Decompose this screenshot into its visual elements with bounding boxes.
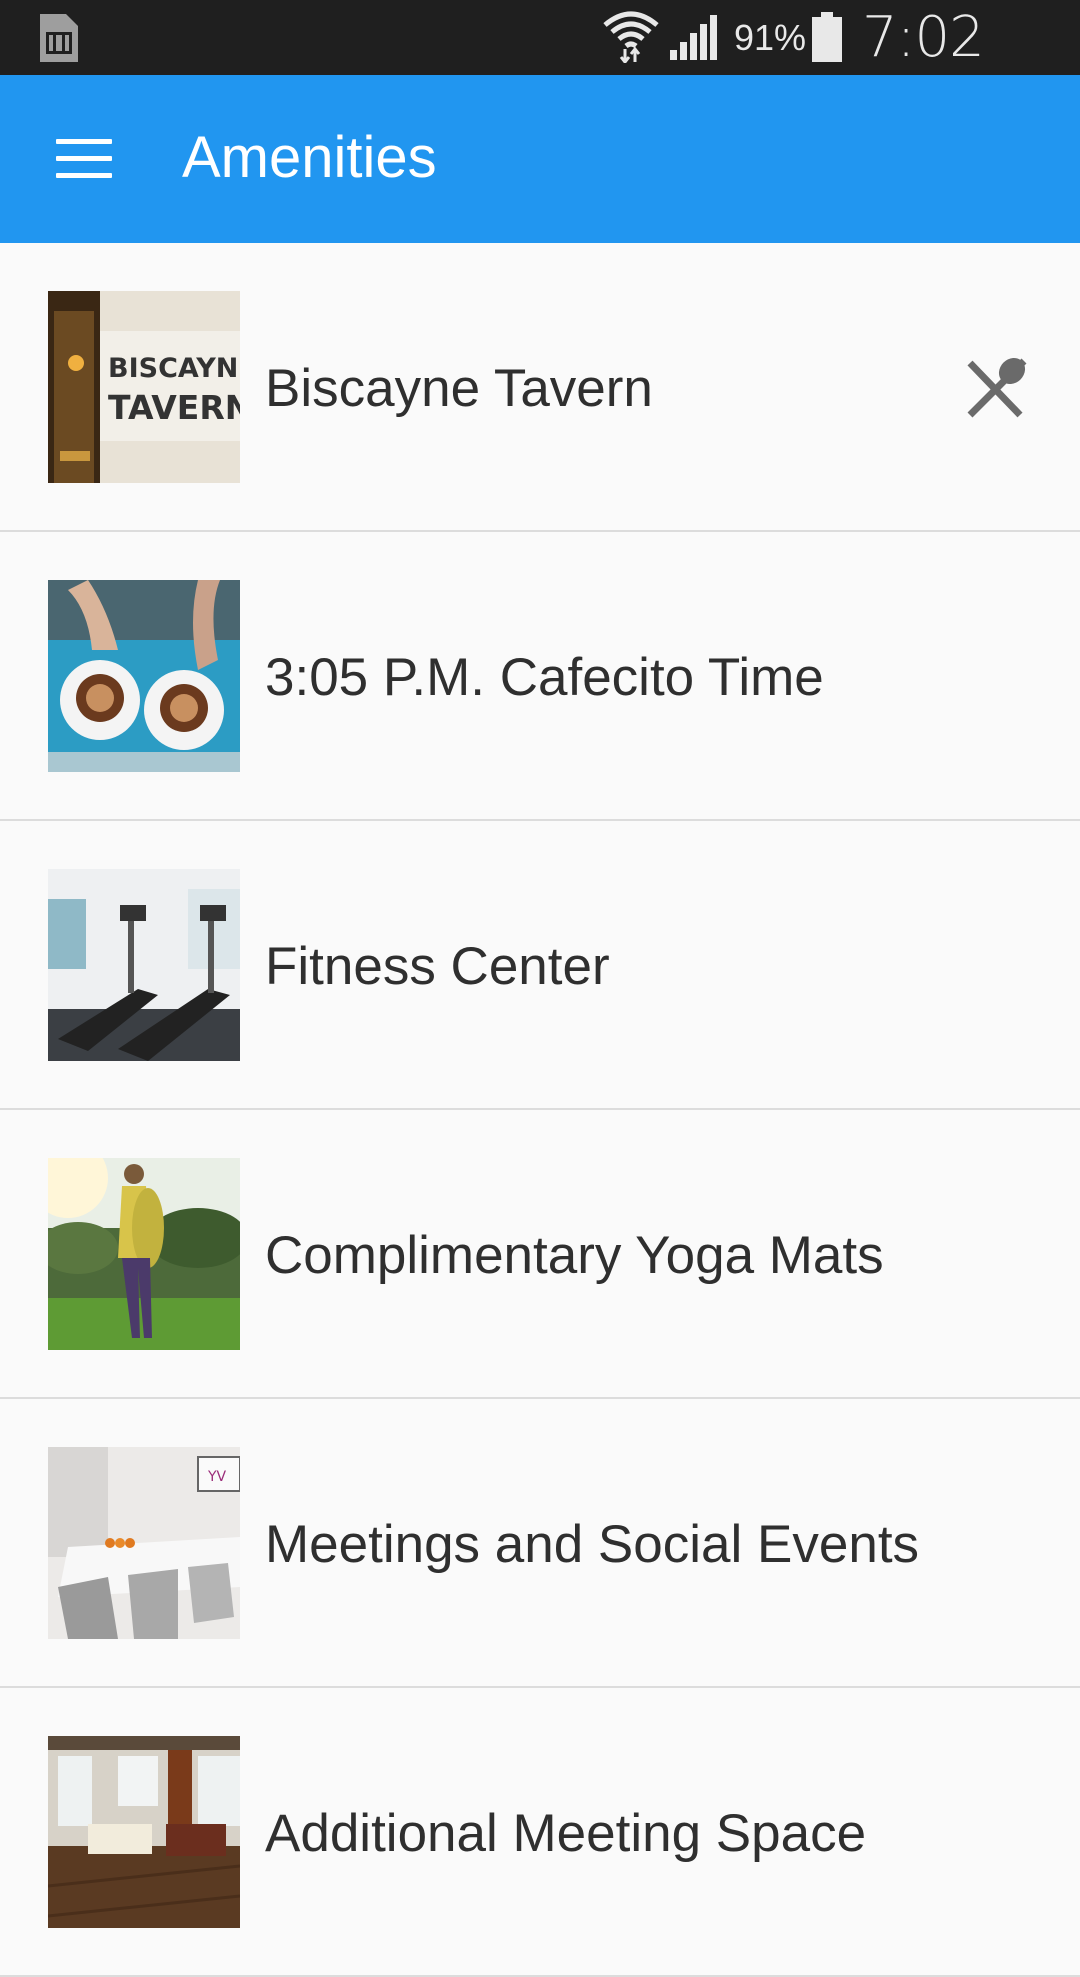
list-item-yoga-mats[interactable]: Complimentary Yoga Mats bbox=[0, 1110, 1080, 1399]
list-item-label: Additional Meeting Space bbox=[265, 1804, 867, 1863]
treadmills-photo bbox=[48, 869, 240, 1061]
list-item-label: 3:05 P.M. Cafecito Time bbox=[265, 648, 824, 707]
battery-percent: 91% bbox=[734, 17, 807, 58]
app-bar: Amenities bbox=[0, 75, 1080, 243]
yoga-woman-park-photo bbox=[48, 1158, 240, 1350]
meeting-room-photo: YV bbox=[48, 1447, 240, 1639]
list-item-fitness-center[interactable]: Fitness Center bbox=[0, 821, 1080, 1110]
list-item-label: Biscayne Tavern bbox=[265, 359, 653, 418]
list-item-label: Meetings and Social Events bbox=[265, 1515, 920, 1574]
thumbnail-screen-text: YV bbox=[207, 1469, 227, 1485]
list-item-biscayne-tavern[interactable]: BISCAYNE TAVERN Biscayne Tavern bbox=[0, 243, 1080, 532]
status-bar: 91% 7:02 AM bbox=[0, 0, 1080, 134]
list-item-label: Complimentary Yoga Mats bbox=[265, 1226, 884, 1285]
lounge-room-photo bbox=[48, 1736, 240, 1928]
signal-icon bbox=[670, 15, 717, 60]
restaurant-icon bbox=[967, 357, 1027, 418]
list-item-meetings-social-events[interactable]: YV Meetings and Social Events bbox=[0, 1399, 1080, 1688]
hamburger-menu-icon[interactable] bbox=[44, 127, 124, 191]
coffee-cups-photo bbox=[48, 580, 240, 772]
wifi-icon bbox=[603, 11, 659, 63]
amenities-list: BISCAYNE TAVERN Biscayne Tavern bbox=[0, 243, 1080, 1977]
page-title: Amenities bbox=[182, 125, 437, 190]
list-item-cafecito-time[interactable]: 3:05 P.M. Cafecito Time bbox=[0, 532, 1080, 821]
list-item-label: Fitness Center bbox=[265, 937, 610, 996]
thumbnail-sign-text-1: BISCAYNE bbox=[108, 353, 240, 384]
thumbnail-sign-text-2: TAVERN bbox=[108, 388, 240, 427]
list-item-additional-meeting-space[interactable]: Additional Meeting Space bbox=[0, 1688, 1080, 1977]
tavern-sign-photo: BISCAYNE TAVERN bbox=[48, 291, 240, 483]
sim-card-icon bbox=[40, 14, 78, 62]
battery-icon bbox=[812, 12, 842, 62]
